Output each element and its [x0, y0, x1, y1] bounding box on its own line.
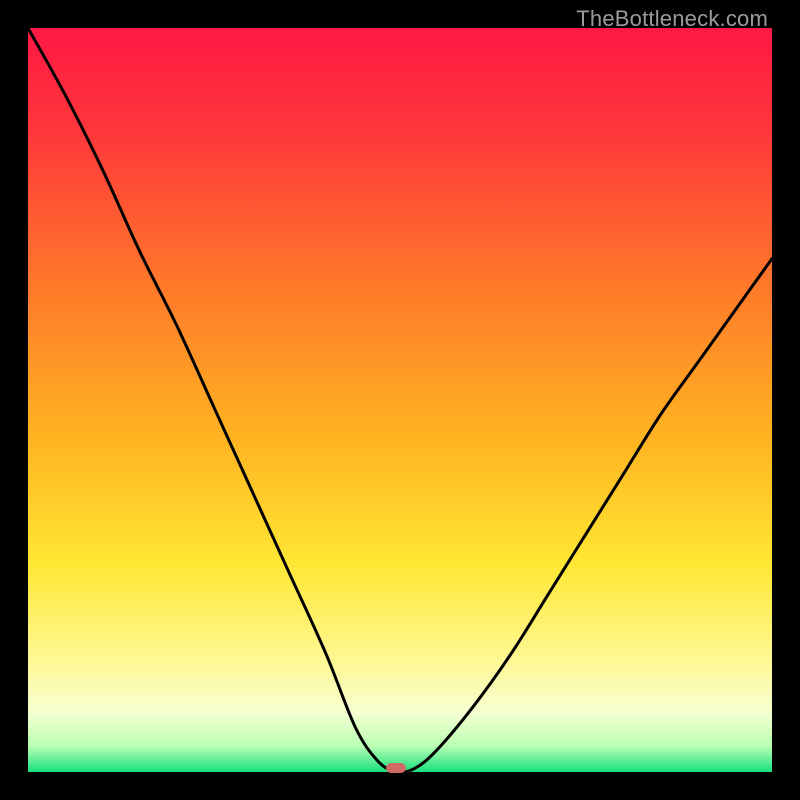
- optimal-point-marker: [386, 763, 406, 773]
- chart-gradient-background: [28, 28, 772, 772]
- chart-frame: [28, 28, 772, 772]
- bottleneck-chart: [28, 28, 772, 772]
